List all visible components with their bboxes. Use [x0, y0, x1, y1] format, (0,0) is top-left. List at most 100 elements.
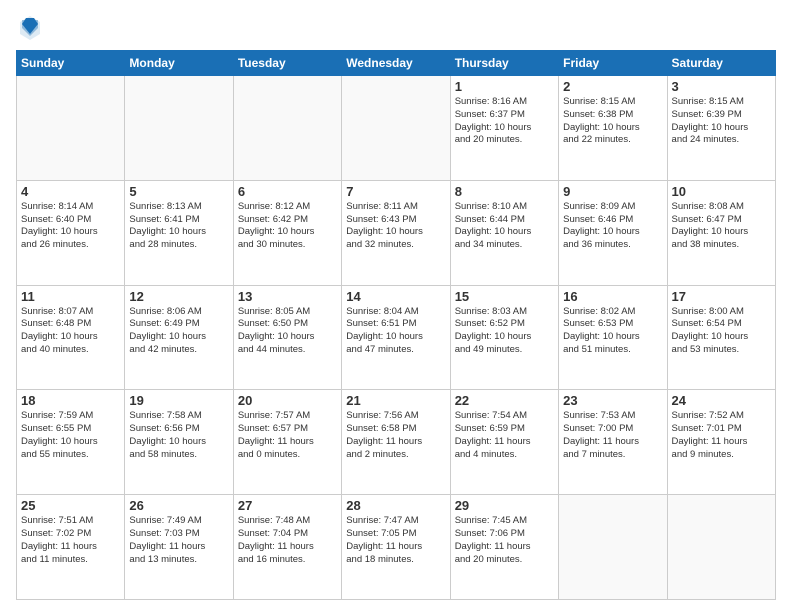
- calendar-cell: 23 Sunrise: 7:53 AM Sunset: 7:00 PM Dayli…: [559, 390, 667, 495]
- calendar-cell: 15 Sunrise: 8:03 AM Sunset: 6:52 PM Dayli…: [450, 285, 558, 390]
- calendar-header: SundayMondayTuesdayWednesdayThursdayFrid…: [17, 51, 776, 76]
- day-number: 27: [238, 498, 337, 513]
- day-header-row: SundayMondayTuesdayWednesdayThursdayFrid…: [17, 51, 776, 76]
- calendar-cell: 7Sunrise: 8:11 AM Sunset: 6:43 PM Daylig…: [342, 180, 450, 285]
- day-number: 19: [129, 393, 228, 408]
- calendar-cell: 5Sunrise: 8:13 AM Sunset: 6:41 PM Daylig…: [125, 180, 233, 285]
- day-info: Sunrise: 8:00 AM Sunset: 6:54 PM Dayligh…: [672, 306, 771, 357]
- day-info: Sunrise: 8:04 AM Sunset: 6:51 PM Dayligh…: [346, 306, 445, 357]
- week-row-1: 4 Sunrise: 8:14 AM Sunset: 6:40 PM Daylig…: [17, 180, 776, 285]
- day-header-friday: Friday: [559, 51, 667, 76]
- calendar-cell: 13 Sunrise: 8:05 AM Sunset: 6:50 PM Dayli…: [233, 285, 341, 390]
- calendar-cell: 26 Sunrise: 7:49 AM Sunset: 7:03 PM Dayli…: [125, 495, 233, 600]
- day-number: 15: [455, 289, 554, 304]
- calendar-cell: 18 Sunrise: 7:59 AM Sunset: 6:55 PM Dayli…: [17, 390, 125, 495]
- week-row-3: 18 Sunrise: 7:59 AM Sunset: 6:55 PM Dayli…: [17, 390, 776, 495]
- day-info: Sunrise: 8:03 AM Sunset: 6:52 PM Dayligh…: [455, 306, 554, 357]
- calendar-cell: [342, 76, 450, 181]
- calendar-cell: 28 Sunrise: 7:47 AM Sunset: 7:05 PM Dayli…: [342, 495, 450, 600]
- day-number: 17: [672, 289, 771, 304]
- calendar-cell: [233, 76, 341, 181]
- day-number: 26: [129, 498, 228, 513]
- day-info: Sunrise: 7:53 AM Sunset: 7:00 PM Dayligh…: [563, 410, 662, 461]
- calendar-cell: 8 Sunrise: 8:10 AM Sunset: 6:44 PM Daylig…: [450, 180, 558, 285]
- calendar-cell: [559, 495, 667, 600]
- week-row-0: 1 Sunrise: 8:16 AM Sunset: 6:37 PM Daylig…: [17, 76, 776, 181]
- day-number: 14: [346, 289, 445, 304]
- day-number: 11: [21, 289, 120, 304]
- day-info: Sunrise: 8:07 AM Sunset: 6:48 PM Dayligh…: [21, 306, 120, 357]
- day-info: Sunrise: 7:48 AM Sunset: 7:04 PM Dayligh…: [238, 515, 337, 566]
- calendar-cell: 6 Sunrise: 8:12 AM Sunset: 6:42 PM Daylig…: [233, 180, 341, 285]
- calendar-cell: 16Sunrise: 8:02 AM Sunset: 6:53 PM Dayli…: [559, 285, 667, 390]
- calendar-cell: 2 Sunrise: 8:15 AM Sunset: 6:38 PM Daylig…: [559, 76, 667, 181]
- day-number: 2: [563, 79, 662, 94]
- day-info: Sunrise: 7:58 AM Sunset: 6:56 PM Dayligh…: [129, 410, 228, 461]
- calendar-cell: 24 Sunrise: 7:52 AM Sunset: 7:01 PM Dayli…: [667, 390, 775, 495]
- day-number: 29: [455, 498, 554, 513]
- day-info: Sunrise: 8:05 AM Sunset: 6:50 PM Dayligh…: [238, 306, 337, 357]
- day-info: Sunrise: 7:57 AM Sunset: 6:57 PM Dayligh…: [238, 410, 337, 461]
- day-header-wednesday: Wednesday: [342, 51, 450, 76]
- day-info: Sunrise: 8:16 AM Sunset: 6:37 PM Dayligh…: [455, 96, 554, 147]
- calendar-cell: 3 Sunrise: 8:15 AM Sunset: 6:39 PM Daylig…: [667, 76, 775, 181]
- day-number: 28: [346, 498, 445, 513]
- day-number: 10: [672, 184, 771, 199]
- day-number: 23: [563, 393, 662, 408]
- header: [16, 12, 776, 42]
- day-header-thursday: Thursday: [450, 51, 558, 76]
- day-number: 22: [455, 393, 554, 408]
- calendar-body: 1 Sunrise: 8:16 AM Sunset: 6:37 PM Daylig…: [17, 76, 776, 600]
- day-info: Sunrise: 7:52 AM Sunset: 7:01 PM Dayligh…: [672, 410, 771, 461]
- day-info: Sunrise: 8:15 AM Sunset: 6:38 PM Dayligh…: [563, 96, 662, 147]
- day-info: Sunrise: 8:14 AM Sunset: 6:40 PM Dayligh…: [21, 201, 120, 252]
- calendar-table: SundayMondayTuesdayWednesdayThursdayFrid…: [16, 50, 776, 600]
- day-info: Sunrise: 8:08 AM Sunset: 6:47 PM Dayligh…: [672, 201, 771, 252]
- calendar-cell: 20Sunrise: 7:57 AM Sunset: 6:57 PM Dayli…: [233, 390, 341, 495]
- day-number: 8: [455, 184, 554, 199]
- day-info: Sunrise: 7:51 AM Sunset: 7:02 PM Dayligh…: [21, 515, 120, 566]
- day-info: Sunrise: 7:47 AM Sunset: 7:05 PM Dayligh…: [346, 515, 445, 566]
- calendar-cell: 19 Sunrise: 7:58 AM Sunset: 6:56 PM Dayli…: [125, 390, 233, 495]
- calendar-cell: 22 Sunrise: 7:54 AM Sunset: 6:59 PM Dayli…: [450, 390, 558, 495]
- calendar-cell: 12Sunrise: 8:06 AM Sunset: 6:49 PM Dayli…: [125, 285, 233, 390]
- calendar-cell: 21Sunrise: 7:56 AM Sunset: 6:58 PM Dayli…: [342, 390, 450, 495]
- day-header-sunday: Sunday: [17, 51, 125, 76]
- day-number: 1: [455, 79, 554, 94]
- calendar-cell: 9 Sunrise: 8:09 AM Sunset: 6:46 PM Daylig…: [559, 180, 667, 285]
- day-number: 24: [672, 393, 771, 408]
- day-info: Sunrise: 8:12 AM Sunset: 6:42 PM Dayligh…: [238, 201, 337, 252]
- calendar-cell: [125, 76, 233, 181]
- week-row-2: 11 Sunrise: 8:07 AM Sunset: 6:48 PM Dayli…: [17, 285, 776, 390]
- day-number: 13: [238, 289, 337, 304]
- page: SundayMondayTuesdayWednesdayThursdayFrid…: [0, 0, 792, 612]
- calendar-cell: 29Sunrise: 7:45 AM Sunset: 7:06 PM Dayli…: [450, 495, 558, 600]
- day-info: Sunrise: 7:54 AM Sunset: 6:59 PM Dayligh…: [455, 410, 554, 461]
- day-number: 4: [21, 184, 120, 199]
- day-info: Sunrise: 7:49 AM Sunset: 7:03 PM Dayligh…: [129, 515, 228, 566]
- logo: [16, 16, 42, 42]
- day-number: 18: [21, 393, 120, 408]
- day-number: 7: [346, 184, 445, 199]
- day-info: Sunrise: 7:59 AM Sunset: 6:55 PM Dayligh…: [21, 410, 120, 461]
- day-number: 6: [238, 184, 337, 199]
- day-info: Sunrise: 8:13 AM Sunset: 6:41 PM Dayligh…: [129, 201, 228, 252]
- calendar-cell: 1 Sunrise: 8:16 AM Sunset: 6:37 PM Daylig…: [450, 76, 558, 181]
- day-number: 9: [563, 184, 662, 199]
- day-header-monday: Monday: [125, 51, 233, 76]
- day-info: Sunrise: 8:10 AM Sunset: 6:44 PM Dayligh…: [455, 201, 554, 252]
- day-info: Sunrise: 8:15 AM Sunset: 6:39 PM Dayligh…: [672, 96, 771, 147]
- calendar-cell: 11 Sunrise: 8:07 AM Sunset: 6:48 PM Dayli…: [17, 285, 125, 390]
- calendar-cell: 14 Sunrise: 8:04 AM Sunset: 6:51 PM Dayli…: [342, 285, 450, 390]
- calendar-cell: [17, 76, 125, 181]
- calendar-cell: 4 Sunrise: 8:14 AM Sunset: 6:40 PM Daylig…: [17, 180, 125, 285]
- day-number: 3: [672, 79, 771, 94]
- calendar-cell: 27 Sunrise: 7:48 AM Sunset: 7:04 PM Dayli…: [233, 495, 341, 600]
- day-info: Sunrise: 8:02 AM Sunset: 6:53 PM Dayligh…: [563, 306, 662, 357]
- day-header-saturday: Saturday: [667, 51, 775, 76]
- calendar-cell: 25 Sunrise: 7:51 AM Sunset: 7:02 PM Dayli…: [17, 495, 125, 600]
- day-info: Sunrise: 8:09 AM Sunset: 6:46 PM Dayligh…: [563, 201, 662, 252]
- day-number: 25: [21, 498, 120, 513]
- day-info: Sunrise: 7:56 AM Sunset: 6:58 PM Dayligh…: [346, 410, 445, 461]
- calendar-cell: 17 Sunrise: 8:00 AM Sunset: 6:54 PM Dayli…: [667, 285, 775, 390]
